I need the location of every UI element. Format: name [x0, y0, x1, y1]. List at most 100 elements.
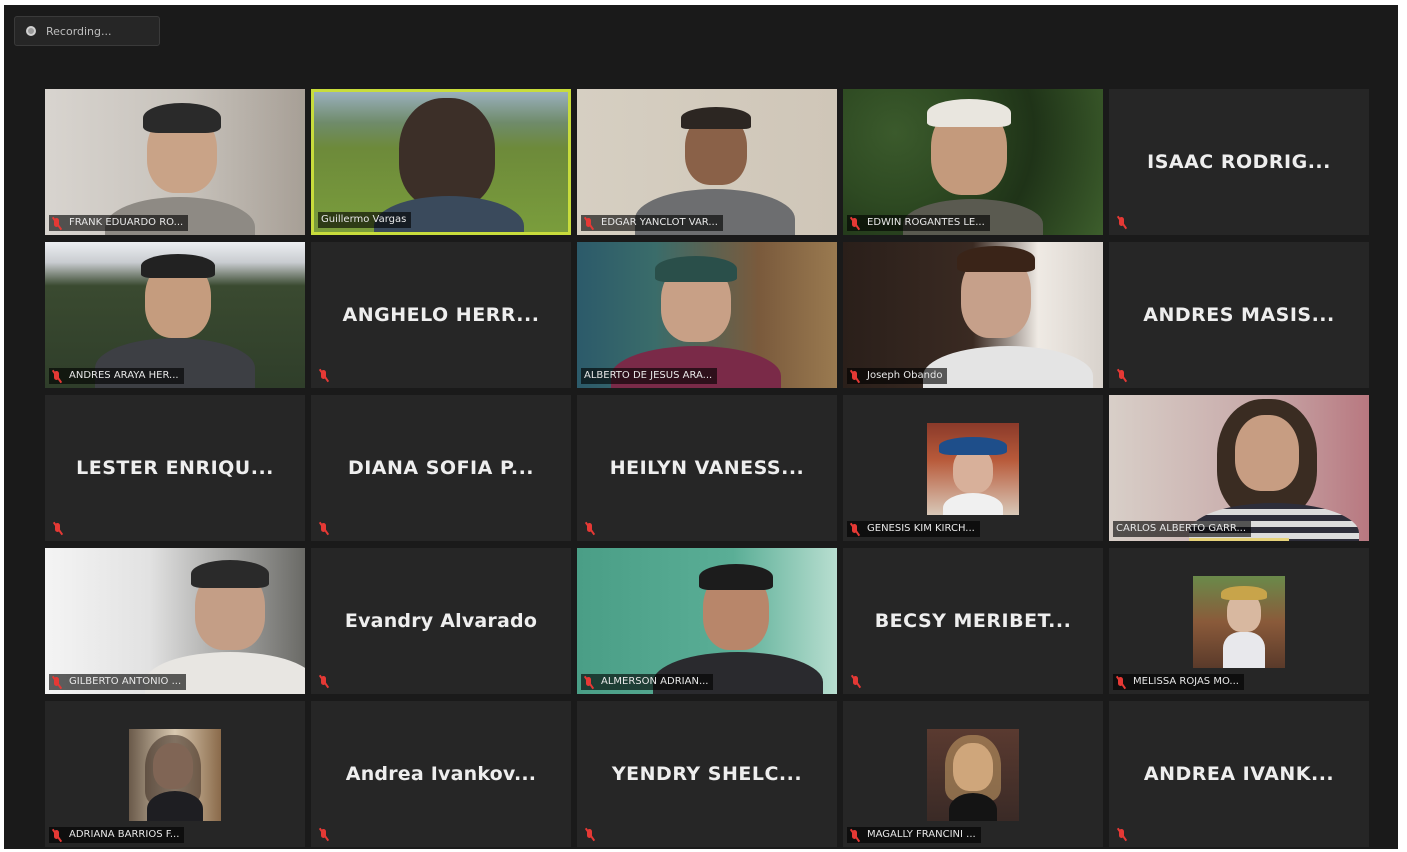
participant-name: ANDRES ARAYA HER...	[69, 370, 179, 381]
participant-tile[interactable]: EDGAR YANCLOT VAR...	[577, 89, 837, 235]
participant-video	[577, 242, 837, 388]
muted-mic-icon	[584, 676, 594, 689]
participant-name: ALBERTO DE JESUS ARA...	[584, 370, 713, 381]
profile-photo	[129, 729, 221, 821]
participant-tile[interactable]: ANDRES ARAYA HER...	[45, 242, 305, 388]
participant-name: ANDRES MASIS...	[1143, 304, 1335, 326]
participant-name-caption: Joseph Obando	[847, 368, 948, 384]
participant-name: EDWIN ROGANTES LE...	[867, 217, 985, 228]
gallery-grid: FRANK EDUARDO RO... Guillermo Vargas EDG…	[45, 89, 1369, 847]
participant-video	[577, 89, 837, 235]
participant-name-caption: MELISSA ROJAS MO...	[1113, 674, 1244, 690]
participant-name-caption: Guillermo Vargas	[318, 212, 412, 228]
participant-name: ANGHELO HERR...	[342, 304, 540, 326]
participant-name-caption: ALMERSON ADRIAN...	[581, 674, 714, 690]
muted-mic-icon	[319, 675, 329, 688]
participant-name: GILBERTO ANTONIO ...	[69, 676, 182, 687]
muted-mic-icon	[53, 522, 63, 535]
participant-name: ADRIANA BARRIOS F...	[69, 829, 180, 840]
participant-name: Joseph Obando	[867, 370, 943, 381]
participant-name: HEILYN VANESS...	[609, 457, 805, 479]
participant-video	[45, 89, 305, 235]
participant-tile[interactable]: FRANK EDUARDO RO...	[45, 89, 305, 235]
participant-tile[interactable]: CARLOS ALBERTO GARR...	[1109, 395, 1369, 541]
recording-label: Recording...	[46, 24, 112, 38]
meeting-window: Recording... FRANK EDUARDO RO... Guiller…	[4, 5, 1398, 849]
muted-mic-icon	[851, 675, 861, 688]
recording-icon	[26, 26, 36, 36]
participant-video	[843, 242, 1103, 388]
participant-name-caption: FRANK EDUARDO RO...	[49, 215, 189, 231]
participant-tile[interactable]: ANDRES MASIS...	[1109, 242, 1369, 388]
participant-name: MAGALLY FRANCINI ...	[867, 829, 976, 840]
participant-tile[interactable]: LESTER ENRIQU...	[45, 395, 305, 541]
participant-tile[interactable]: ANDREA IVANK...	[1109, 701, 1369, 847]
participant-tile[interactable]: ADRIANA BARRIOS F...	[45, 701, 305, 847]
participant-tile[interactable]: Andrea Ivankov...	[311, 701, 571, 847]
profile-photo	[927, 423, 1019, 515]
participant-video	[577, 548, 837, 694]
muted-mic-icon	[850, 370, 860, 383]
muted-mic-icon	[584, 217, 594, 230]
muted-mic-icon	[319, 522, 329, 535]
participant-name: CARLOS ALBERTO GARR...	[1116, 523, 1247, 534]
participant-video	[843, 89, 1103, 235]
participant-name-caption: GILBERTO ANTONIO ...	[49, 674, 187, 690]
participant-tile[interactable]: MAGALLY FRANCINI ...	[843, 701, 1103, 847]
participant-name: Guillermo Vargas	[321, 214, 407, 225]
muted-mic-icon	[52, 829, 62, 842]
participant-video	[45, 548, 305, 694]
participant-name: GENESIS KIM KIRCH...	[867, 523, 975, 534]
participant-name: Evandry Alvarado	[344, 610, 538, 632]
participant-tile[interactable]: GENESIS KIM KIRCH...	[843, 395, 1103, 541]
muted-mic-icon	[850, 829, 860, 842]
participant-name-caption: ALBERTO DE JESUS ARA...	[581, 368, 718, 384]
muted-mic-icon	[850, 523, 860, 536]
participant-tile[interactable]: GILBERTO ANTONIO ...	[45, 548, 305, 694]
participant-name-caption: ANDRES ARAYA HER...	[49, 368, 184, 384]
muted-mic-icon	[52, 676, 62, 689]
participant-name-caption: GENESIS KIM KIRCH...	[847, 521, 980, 537]
muted-mic-icon	[52, 370, 62, 383]
participant-name: EDGAR YANCLOT VAR...	[601, 217, 718, 228]
muted-mic-icon	[585, 522, 595, 535]
muted-mic-icon	[52, 217, 62, 230]
participant-video	[45, 242, 305, 388]
participant-name: ALMERSON ADRIAN...	[601, 676, 709, 687]
participant-tile[interactable]: ALMERSON ADRIAN...	[577, 548, 837, 694]
participant-tile[interactable]: BECSY MERIBET...	[843, 548, 1103, 694]
participant-name: DIANA SOFIA P...	[347, 457, 535, 479]
participant-tile[interactable]: Guillermo Vargas	[311, 89, 571, 235]
participant-tile[interactable]: YENDRY SHELC...	[577, 701, 837, 847]
participant-video	[1109, 395, 1369, 541]
participant-tile[interactable]: ANGHELO HERR...	[311, 242, 571, 388]
participant-name: YENDRY SHELC...	[611, 763, 803, 785]
participant-tile[interactable]: MELISSA ROJAS MO...	[1109, 548, 1369, 694]
muted-mic-icon	[1117, 828, 1127, 841]
muted-mic-icon	[319, 828, 329, 841]
participant-tile[interactable]: ALBERTO DE JESUS ARA...	[577, 242, 837, 388]
recording-indicator[interactable]: Recording...	[14, 16, 160, 46]
participant-name: Andrea Ivankov...	[345, 763, 537, 785]
profile-photo	[927, 729, 1019, 821]
participant-name-caption: CARLOS ALBERTO GARR...	[1113, 521, 1252, 537]
participant-tile[interactable]: HEILYN VANESS...	[577, 395, 837, 541]
participant-name: LESTER ENRIQU...	[76, 457, 274, 479]
muted-mic-icon	[1117, 369, 1127, 382]
muted-mic-icon	[850, 217, 860, 230]
participant-name: MELISSA ROJAS MO...	[1133, 676, 1239, 687]
muted-mic-icon	[319, 369, 329, 382]
participant-tile[interactable]: DIANA SOFIA P...	[311, 395, 571, 541]
muted-mic-icon	[1116, 676, 1126, 689]
participant-tile[interactable]: Joseph Obando	[843, 242, 1103, 388]
participant-name: BECSY MERIBET...	[874, 610, 1072, 632]
profile-photo	[1193, 576, 1285, 668]
participant-tile[interactable]: Evandry Alvarado	[311, 548, 571, 694]
muted-mic-icon	[1117, 216, 1127, 229]
muted-mic-icon	[585, 828, 595, 841]
participant-name-caption: MAGALLY FRANCINI ...	[847, 827, 981, 843]
participant-name: ISAAC RODRIG...	[1147, 151, 1331, 173]
participant-tile[interactable]: ISAAC RODRIG...	[1109, 89, 1369, 235]
participant-name-caption: ADRIANA BARRIOS F...	[49, 827, 185, 843]
participant-tile[interactable]: EDWIN ROGANTES LE...	[843, 89, 1103, 235]
